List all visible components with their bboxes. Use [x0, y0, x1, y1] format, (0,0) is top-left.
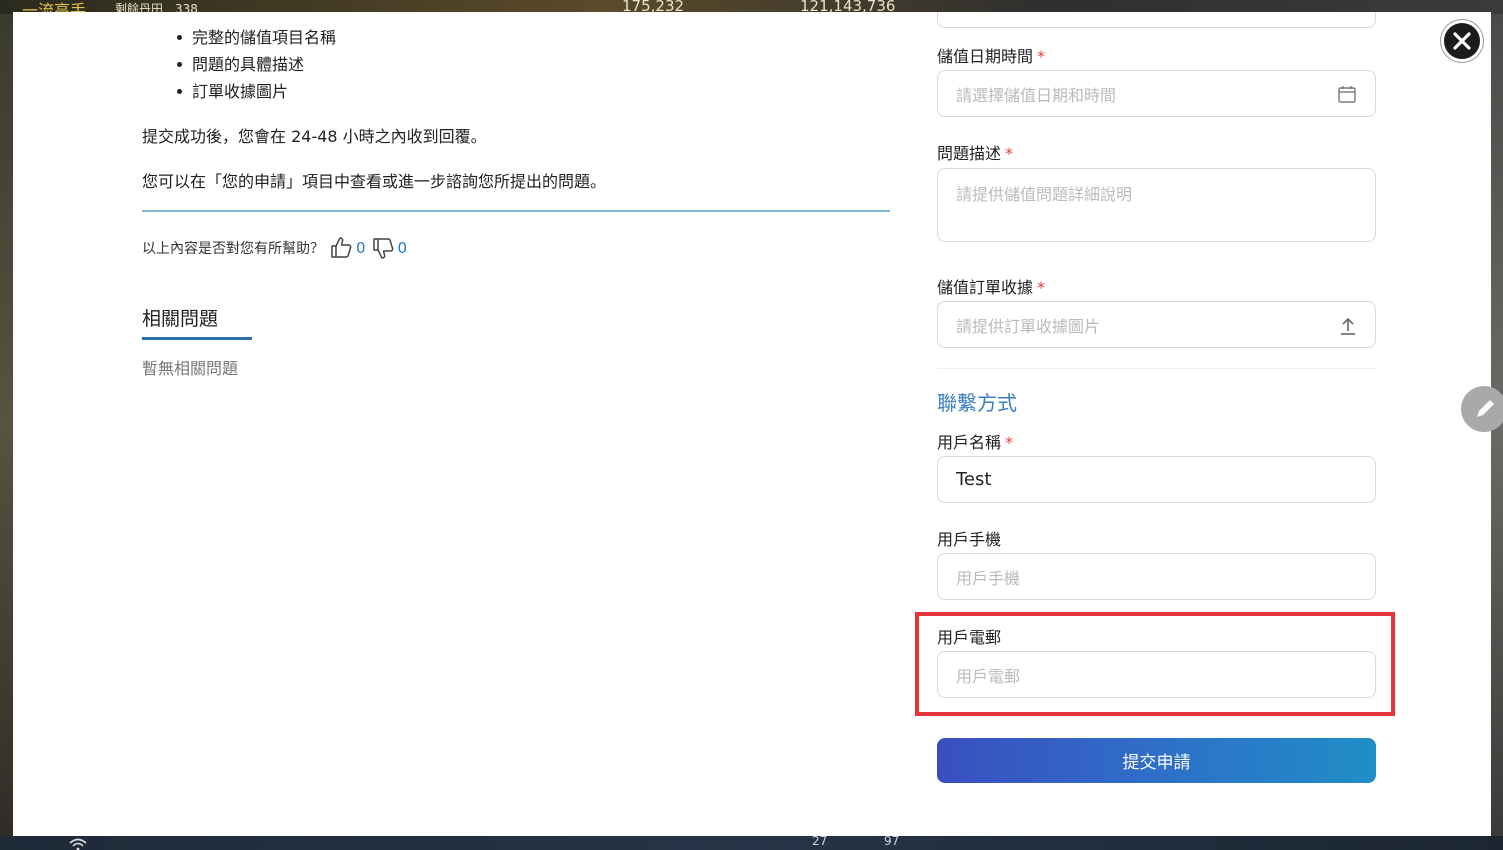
required-mark: * — [1005, 433, 1014, 452]
email-label: 用戶電郵 — [937, 624, 1001, 648]
wifi-icon — [69, 838, 87, 850]
dislike-count: 0 — [397, 239, 408, 257]
divider — [142, 210, 890, 212]
date-label-text: 儲值日期時間 — [937, 47, 1034, 66]
related-questions-empty: 暫無相關問題 — [142, 359, 239, 378]
required-mark: * — [1037, 47, 1046, 66]
username-label-text: 用戶名稱 — [937, 433, 1002, 452]
phone-input[interactable]: 用戶手機 — [937, 553, 1376, 600]
username-value: Test — [956, 469, 992, 490]
receipt-label: 儲值訂單收據 * — [937, 274, 1045, 298]
game-hud-bottom: 27 97 — [0, 836, 1503, 850]
email-placeholder: 用戶電郵 — [956, 666, 1021, 686]
phone-placeholder: 用戶手機 — [956, 568, 1021, 588]
hud-bottom-value-2: 97 — [884, 836, 900, 848]
date-placeholder: 請選擇儲值日期和時間 — [956, 85, 1117, 105]
reply-time-text: 提交成功後，您會在 24-48 小時之內收到回覆。 — [142, 127, 487, 146]
support-panel: 完整的儲值項目名稱 問題的具體描述 訂單收據圖片 提交成功後，您會在 24-48… — [13, 12, 1491, 836]
description-label-text: 問題描述 — [937, 144, 1002, 163]
phone-label: 用戶手機 — [937, 526, 1001, 550]
contact-section-title: 聯繫方式 — [937, 391, 1017, 415]
list-item: 訂單收據圖片 — [176, 78, 336, 105]
username-label: 用戶名稱 * — [937, 429, 1013, 453]
requirement-list: 完整的儲值項目名稱 問題的具體描述 訂單收據圖片 — [176, 24, 336, 105]
email-label-text: 用戶電郵 — [937, 628, 1002, 647]
list-item: 完整的儲值項目名稱 — [176, 24, 336, 51]
game-background-left — [0, 14, 13, 836]
username-input[interactable]: Test — [937, 456, 1376, 503]
hud-bottom-value-1: 27 — [812, 836, 828, 848]
helpful-prompt: 以上內容是否對您有所幫助？ — [142, 241, 324, 257]
submit-request-button[interactable]: 提交申請 — [937, 738, 1376, 783]
receipt-upload-input[interactable]: 請提供訂單收據圖片 — [937, 301, 1376, 348]
receipt-placeholder: 請提供訂單收據圖片 — [956, 316, 1101, 336]
close-button[interactable] — [1441, 20, 1483, 62]
previous-field-stub[interactable] — [937, 12, 1376, 28]
phone-label-text: 用戶手機 — [937, 530, 1002, 549]
email-input[interactable]: 用戶電郵 — [937, 651, 1376, 698]
list-item: 問題的具體描述 — [176, 51, 336, 78]
like-button[interactable]: 0 — [330, 236, 366, 260]
thumbs-down-icon — [372, 238, 393, 259]
thumbs-up-icon — [331, 237, 352, 258]
required-mark: * — [1005, 144, 1014, 163]
calendar-icon[interactable] — [1337, 84, 1357, 104]
edit-button[interactable] — [1461, 386, 1503, 432]
close-icon — [1453, 32, 1471, 50]
receipt-label-text: 儲值訂單收據 — [937, 278, 1034, 297]
section-divider — [937, 368, 1376, 369]
my-requests-text: 您可以在「您的申請」項目中查看或進一步諮詢您所提出的問題。 — [142, 172, 607, 191]
edit-icon — [1477, 400, 1494, 417]
date-picker-input[interactable]: 請選擇儲值日期和時間 — [937, 70, 1376, 117]
like-count: 0 — [356, 239, 366, 257]
helpful-feedback: 以上內容是否對您有所幫助？ 0 0 — [142, 234, 407, 262]
description-textarea[interactable]: 請提供儲值問題詳細說明 — [937, 168, 1376, 242]
related-questions-title: 相關問題 — [142, 304, 252, 340]
required-mark: * — [1037, 278, 1046, 297]
dislike-button[interactable]: 0 — [372, 236, 408, 260]
upload-icon[interactable] — [1339, 315, 1357, 335]
description-label: 問題描述 * — [937, 140, 1013, 164]
description-placeholder: 請提供儲值問題詳細說明 — [956, 185, 1133, 204]
date-label: 儲值日期時間 * — [937, 43, 1045, 67]
